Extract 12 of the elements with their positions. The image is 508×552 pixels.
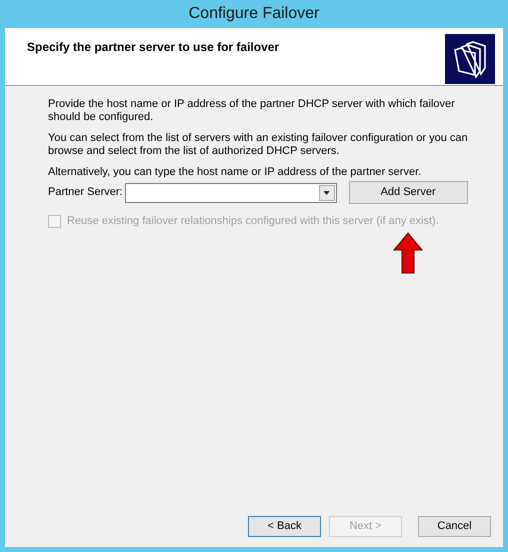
partner-server-label: Partner Server:: [48, 185, 123, 200]
instruction-text: You can select from the list of servers with an existing failover configuration or you can browse and select from the list of authorized DHCP servers.: [48, 132, 469, 158]
add-server-button[interactable]: Add Server: [348, 181, 468, 204]
header-title: Specify the partner server to use for failover: [27, 39, 280, 56]
instruction-text: Alternatively, you can type the host name or IP address of the partner server.: [48, 166, 422, 179]
arrow-icon: [393, 232, 423, 274]
window-title: Configure Failover: [188, 4, 320, 24]
reuse-checkbox-label: Reuse existing failover relationships configured with this server (if any exist).: [67, 214, 439, 229]
wizard-button[interactable]: < Back: [248, 516, 321, 537]
wizard-button[interactable]: Cancel: [418, 516, 491, 537]
instruction-text: Provide the host name or IP address of the partner DHCP server with which failover should be configured.: [48, 98, 456, 124]
partner-server-combobox[interactable]: [124, 182, 337, 202]
